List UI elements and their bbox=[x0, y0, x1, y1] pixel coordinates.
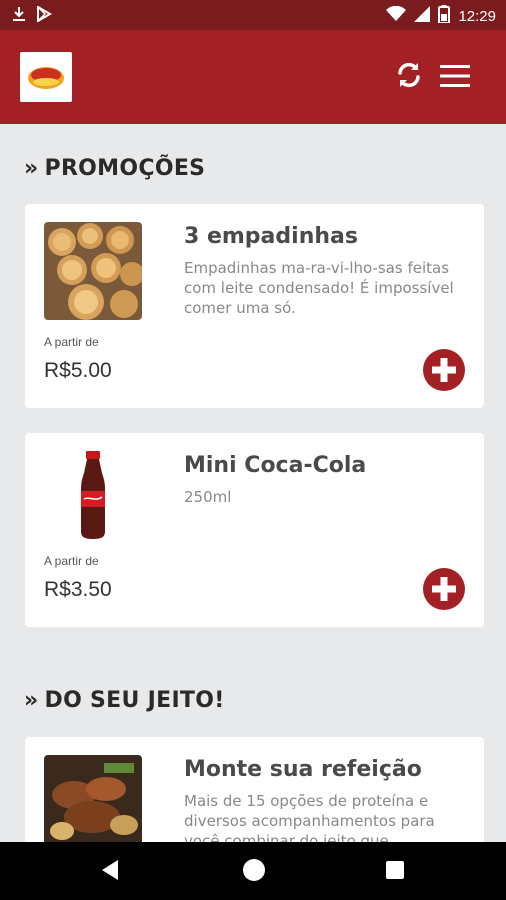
home-icon[interactable] bbox=[243, 859, 265, 881]
product-image-empadinhas bbox=[44, 222, 142, 320]
app-bar bbox=[0, 30, 506, 124]
product-price: R$5.00 bbox=[44, 359, 112, 382]
system-nav-bar bbox=[0, 842, 506, 900]
product-description: 250ml bbox=[184, 488, 232, 506]
product-description: Empadinhas ma-ra-vi-lho-sas feitas com l… bbox=[184, 259, 454, 317]
product-description: Mais de 15 opções de proteína e diversos… bbox=[184, 792, 435, 842]
product-card[interactable]: 3 empadinhas Empadinhas ma-ra-vi-lho-sas… bbox=[25, 204, 484, 408]
product-card[interactable]: Mini Coca-Cola 250ml A partir de R$3.50 bbox=[25, 433, 484, 627]
battery-icon bbox=[438, 5, 451, 27]
refresh-icon[interactable] bbox=[394, 60, 424, 90]
plus-circle-icon bbox=[423, 568, 465, 610]
content-area[interactable]: » PROMOÇÕES 3 empadinhas Empadinhas ma-r… bbox=[0, 124, 506, 842]
product-name: Mini Coca-Cola bbox=[184, 453, 367, 478]
price-from-label: A partir de bbox=[44, 554, 99, 568]
app-logo[interactable] bbox=[20, 52, 72, 102]
signal-icon bbox=[414, 6, 431, 26]
play-store-icon bbox=[36, 5, 52, 26]
price-from-label: A partir de bbox=[44, 335, 99, 349]
product-name: 3 empadinhas bbox=[184, 224, 358, 249]
recent-apps-icon[interactable] bbox=[386, 861, 404, 879]
double-chevron-icon: » bbox=[24, 688, 39, 713]
product-price: R$3.50 bbox=[44, 578, 112, 601]
add-to-cart-button[interactable] bbox=[422, 567, 466, 611]
plus-circle-icon bbox=[423, 349, 465, 391]
product-name: Monte sua refeição bbox=[184, 757, 422, 782]
product-image-refeicao bbox=[44, 755, 142, 842]
back-icon[interactable] bbox=[100, 859, 120, 885]
status-bar: 12:29 bbox=[0, 0, 506, 30]
section-title-promocoes: » PROMOÇÕES bbox=[24, 156, 206, 181]
wifi-icon bbox=[386, 5, 407, 26]
download-icon bbox=[12, 6, 26, 26]
status-time: 12:29 bbox=[458, 7, 496, 25]
menu-icon[interactable] bbox=[438, 62, 472, 90]
add-to-cart-button[interactable] bbox=[422, 348, 466, 392]
product-image-coca-cola bbox=[44, 447, 142, 545]
section-title-do-seu-jeito: » DO SEU JEITO! bbox=[24, 688, 225, 713]
product-card[interactable]: Monte sua refeição Mais de 15 opções de … bbox=[25, 737, 484, 842]
double-chevron-icon: » bbox=[24, 156, 39, 181]
